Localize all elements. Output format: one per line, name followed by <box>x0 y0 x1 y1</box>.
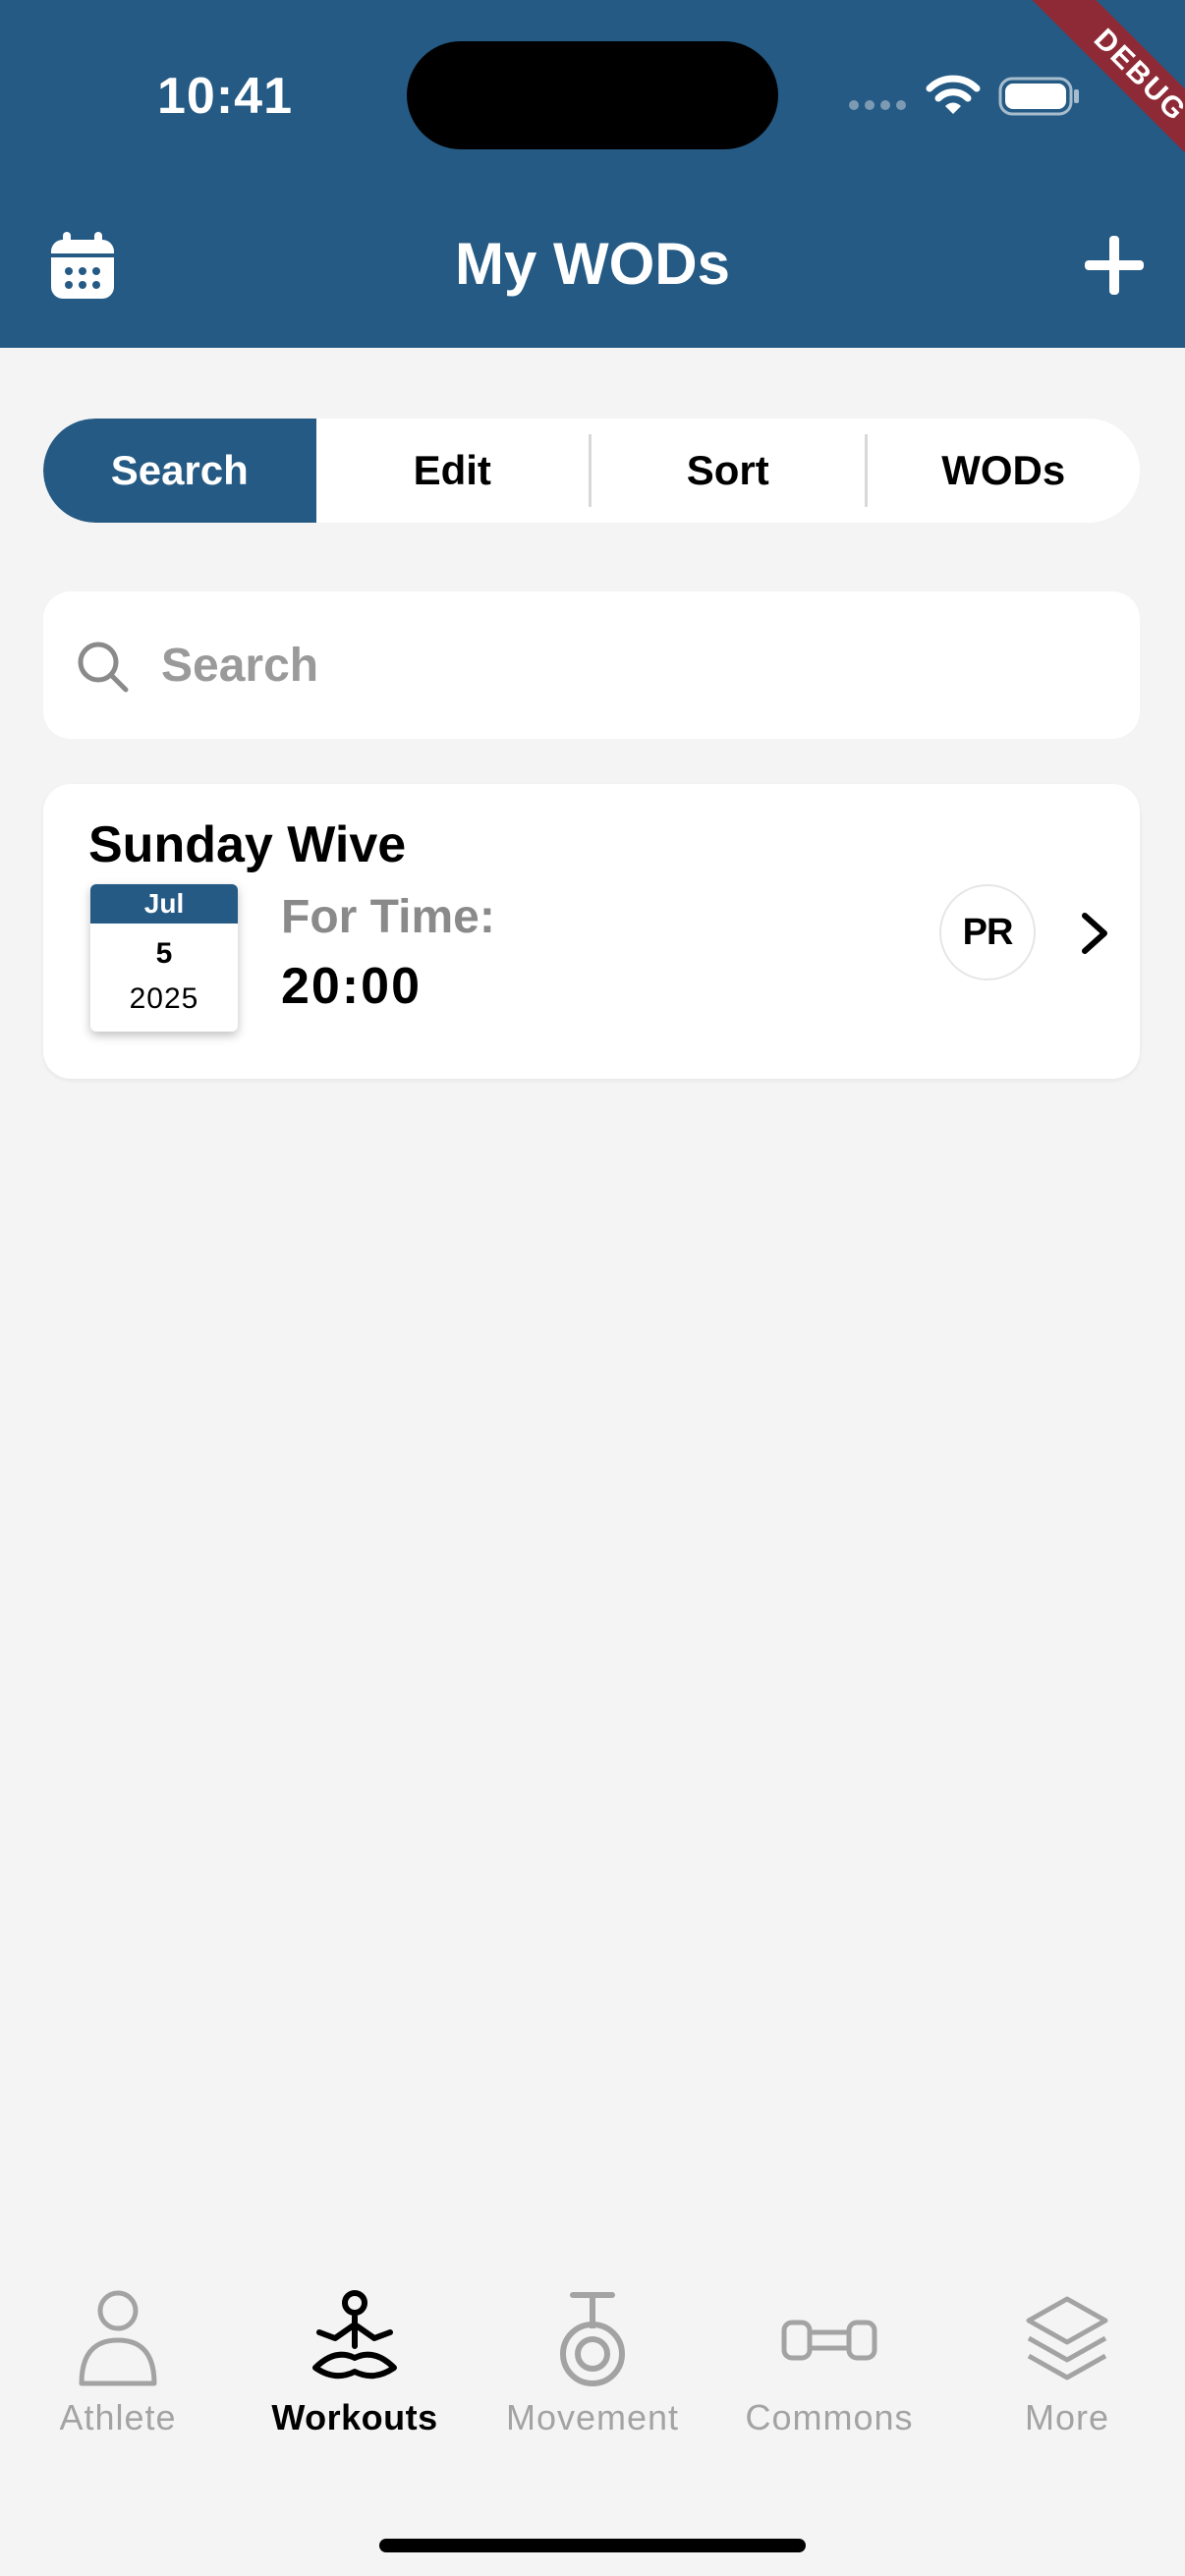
date-year: 2025 <box>129 982 199 1015</box>
wifi-icon <box>926 75 981 114</box>
battery-icon <box>998 77 1079 116</box>
chevron-right-icon[interactable] <box>1075 910 1114 957</box>
person-icon <box>79 2290 157 2386</box>
segment-sort[interactable]: Sort <box>592 419 865 523</box>
dumbbell-icon <box>781 2320 877 2361</box>
page-title: My WODs <box>454 231 731 297</box>
nav-label-commons: Commons <box>745 2397 914 2437</box>
search-input[interactable] <box>161 621 1104 709</box>
meditation-icon <box>312 2290 397 2380</box>
workout-type: For Time: <box>281 891 495 943</box>
segment-edit[interactable]: Edit <box>316 419 590 523</box>
nav-label-athlete: Athlete <box>59 2397 177 2437</box>
add-icon[interactable] <box>1081 232 1148 299</box>
search-icon <box>78 642 129 693</box>
segmented-control: Search Edit Sort WODs <box>43 419 1140 523</box>
nav-item-athlete[interactable]: Athlete <box>0 2289 236 2438</box>
workout-card[interactable]: Sunday Wive Jul 5 2025 For Time: 20:00 P… <box>43 784 1140 1079</box>
nav-label-workouts: Workouts <box>271 2397 438 2437</box>
layers-icon <box>1026 2296 1108 2380</box>
status-time: 10:41 <box>157 68 293 125</box>
nav-item-movement[interactable]: Movement <box>475 2289 710 2438</box>
nav-item-more[interactable]: More <box>949 2289 1185 2438</box>
pr-badge: PR <box>939 884 1036 980</box>
app-header: 10:41 DEBUG My WODs <box>0 0 1185 348</box>
workout-title: Sunday Wive <box>88 816 407 873</box>
date-month: Jul <box>90 884 238 924</box>
workout-result: 20:00 <box>281 958 422 1015</box>
nav-label-movement: Movement <box>505 2397 680 2437</box>
nav-item-commons[interactable]: Commons <box>711 2289 947 2438</box>
cellular-signal-icon <box>849 100 906 110</box>
dynamic-island <box>407 41 778 149</box>
search-bar <box>43 591 1140 739</box>
home-indicator <box>379 2539 806 2552</box>
nav-label-more: More <box>1024 2397 1110 2437</box>
segment-wods[interactable]: WODs <box>868 419 1141 523</box>
segment-search[interactable]: Search <box>43 419 316 523</box>
nav-item-workouts[interactable]: Workouts <box>237 2289 473 2438</box>
bottom-nav: Athlete Workouts Movement Commons More <box>0 2289 1185 2486</box>
kettlebell-icon <box>560 2292 625 2386</box>
date-badge: Jul 5 2025 <box>90 884 238 1032</box>
date-day: 5 <box>155 937 173 970</box>
